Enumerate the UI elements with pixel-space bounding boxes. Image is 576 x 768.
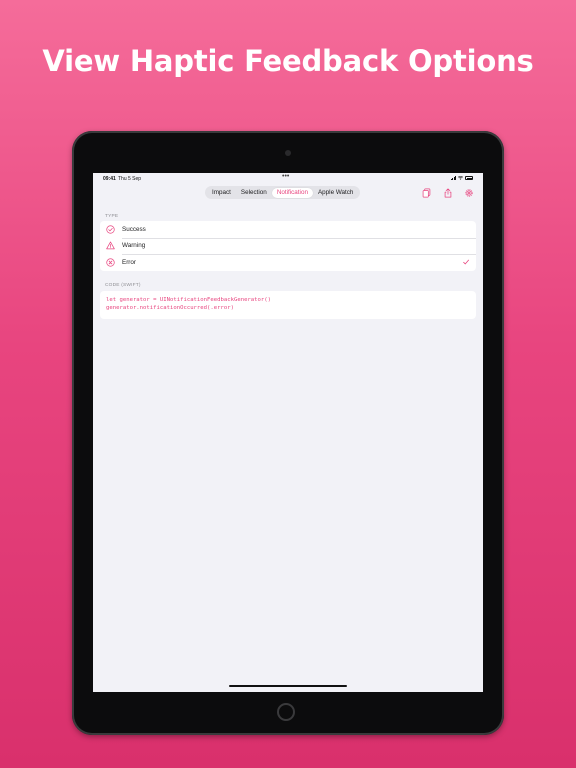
type-label-success: Success bbox=[122, 225, 146, 233]
settings-icon[interactable] bbox=[464, 188, 474, 198]
tab-apple-watch[interactable]: Apple Watch bbox=[313, 188, 358, 198]
home-button[interactable] bbox=[277, 703, 295, 721]
battery-icon bbox=[465, 176, 473, 180]
code-line: generator.notificationOccurred(.error) bbox=[106, 305, 234, 311]
tab-notification[interactable]: Notification bbox=[271, 187, 313, 198]
type-label-error: Error bbox=[122, 258, 136, 266]
ipad-device-frame: 09:41 Thu 5 Sep ••• Impact Selection Not… bbox=[72, 131, 504, 735]
code-section-header: CODE (SWIFT) bbox=[105, 283, 141, 288]
status-icons bbox=[450, 176, 473, 180]
home-indicator[interactable] bbox=[229, 685, 347, 687]
code-line: let generator = UINotificationFeedbackGe… bbox=[106, 297, 272, 303]
tab-segmented-control: Impact Selection Notification Apple Watc… bbox=[205, 186, 361, 199]
wifi-icon bbox=[458, 176, 463, 180]
x-circle-icon bbox=[106, 257, 115, 267]
type-row-error[interactable]: Error bbox=[100, 254, 476, 271]
checkmark-icon bbox=[463, 259, 469, 265]
headline: View Haptic Feedback Options bbox=[42, 44, 534, 78]
status-time: 09:41 bbox=[103, 176, 116, 182]
checkmark-circle-icon bbox=[106, 224, 115, 234]
type-label-warning: Warning bbox=[122, 242, 146, 249]
type-section-header: TYPE bbox=[105, 214, 119, 219]
type-row-warning[interactable]: Warning bbox=[100, 237, 476, 255]
type-row-success[interactable]: Success bbox=[100, 221, 476, 238]
app-screen: 09:41 Thu 5 Sep ••• Impact Selection Not… bbox=[93, 173, 483, 692]
status-bar: 09:41 Thu 5 Sep ••• bbox=[93, 173, 483, 183]
type-list: Success Warning Error bbox=[100, 221, 476, 271]
cellular-signal-icon bbox=[450, 176, 456, 180]
multitasking-dots-icon[interactable]: ••• bbox=[282, 173, 289, 180]
warning-triangle-icon bbox=[106, 241, 115, 250]
share-icon[interactable] bbox=[443, 188, 453, 198]
code-block: let generator = UINotificationFeedbackGe… bbox=[100, 291, 476, 319]
front-camera bbox=[285, 150, 291, 156]
tab-impact[interactable]: Impact bbox=[207, 188, 236, 198]
status-date: Thu 5 Sep bbox=[118, 176, 142, 182]
copy-icon[interactable] bbox=[422, 188, 432, 198]
tab-selection[interactable]: Selection bbox=[236, 188, 272, 198]
